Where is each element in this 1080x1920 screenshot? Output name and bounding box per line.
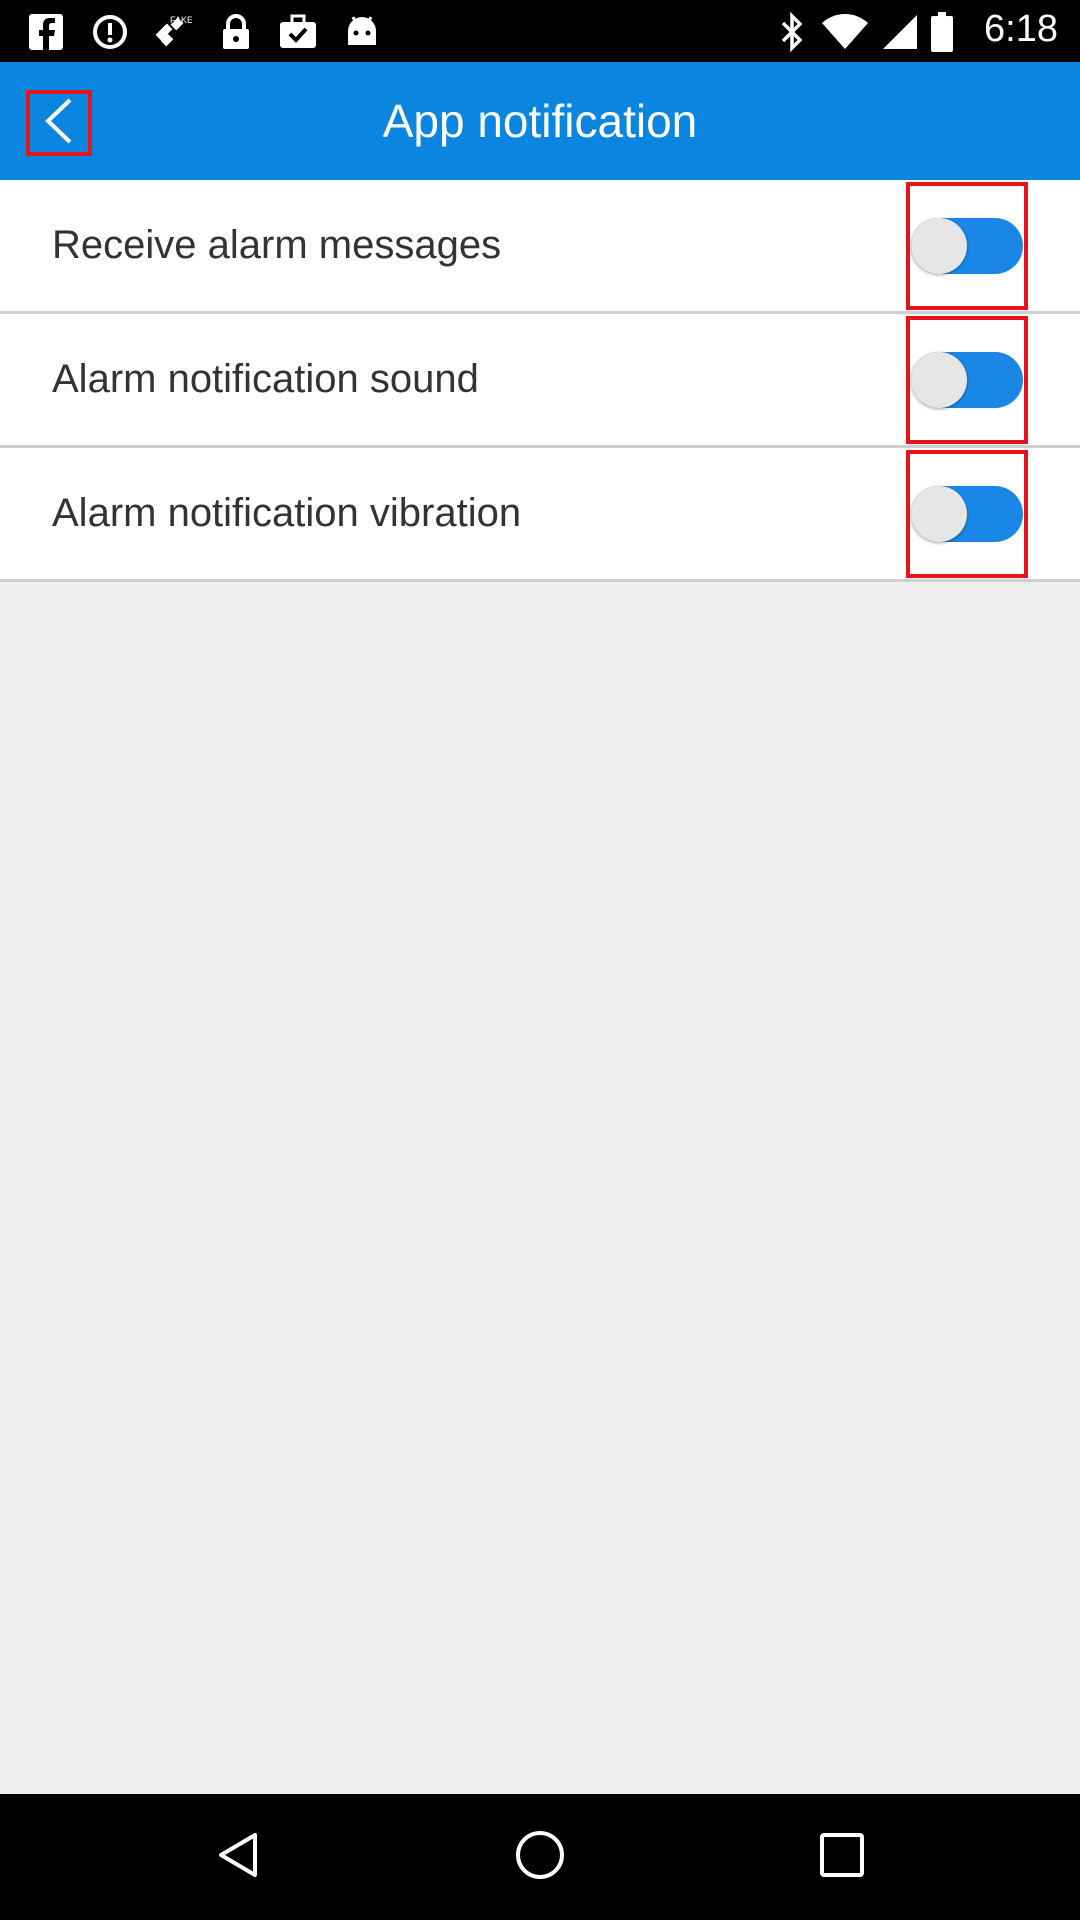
sync-icon bbox=[90, 12, 130, 52]
toggle-track bbox=[911, 352, 1023, 408]
toggle-track bbox=[911, 218, 1023, 274]
toggle-knob bbox=[911, 486, 967, 542]
nav-home-button[interactable] bbox=[510, 1827, 570, 1887]
fake-gps-icon: FAKE bbox=[152, 12, 192, 52]
setting-label: Receive alarm messages bbox=[52, 223, 502, 267]
svg-text:FAKE: FAKE bbox=[170, 15, 192, 25]
setting-row-receive-alarm-messages: Receive alarm messages bbox=[0, 180, 1080, 314]
alarm-notification-sound-toggle[interactable] bbox=[906, 316, 1028, 444]
settings-list: Receive alarm messages Alarm notificatio… bbox=[0, 180, 1080, 582]
recents-square-icon bbox=[819, 1832, 865, 1883]
page-title: App notification bbox=[382, 95, 698, 147]
setting-row-alarm-notification-sound: Alarm notification sound bbox=[0, 314, 1080, 448]
chevron-left-icon bbox=[40, 97, 78, 150]
battery-icon bbox=[930, 12, 954, 52]
toggle-track bbox=[911, 486, 1023, 542]
bluetooth-icon bbox=[772, 12, 812, 52]
wifi-icon bbox=[820, 12, 870, 52]
toggle-knob bbox=[911, 352, 967, 408]
status-bar: FAKE 6:18 bbox=[0, 0, 1080, 62]
setting-row-alarm-notification-vibration: Alarm notification vibration bbox=[0, 448, 1080, 582]
receive-alarm-messages-toggle[interactable] bbox=[906, 182, 1028, 310]
briefcase-check-icon bbox=[278, 12, 318, 52]
toggle-knob bbox=[911, 218, 967, 274]
lock-icon bbox=[216, 12, 256, 52]
setting-label: Alarm notification sound bbox=[52, 357, 479, 401]
alarm-notification-vibration-toggle[interactable] bbox=[906, 450, 1028, 578]
status-time: 6:18 bbox=[984, 8, 1058, 50]
android-icon bbox=[342, 12, 382, 52]
back-triangle-icon bbox=[213, 1830, 263, 1885]
setting-label: Alarm notification vibration bbox=[52, 491, 522, 535]
nav-recents-button[interactable] bbox=[812, 1827, 872, 1887]
facebook-icon bbox=[26, 12, 66, 52]
back-button[interactable] bbox=[26, 90, 92, 156]
navigation-bar bbox=[0, 1794, 1080, 1920]
signal-icon bbox=[880, 12, 920, 52]
app-bar: App notification bbox=[0, 62, 1080, 180]
home-circle-icon bbox=[514, 1829, 566, 1886]
nav-back-button[interactable] bbox=[208, 1827, 268, 1887]
